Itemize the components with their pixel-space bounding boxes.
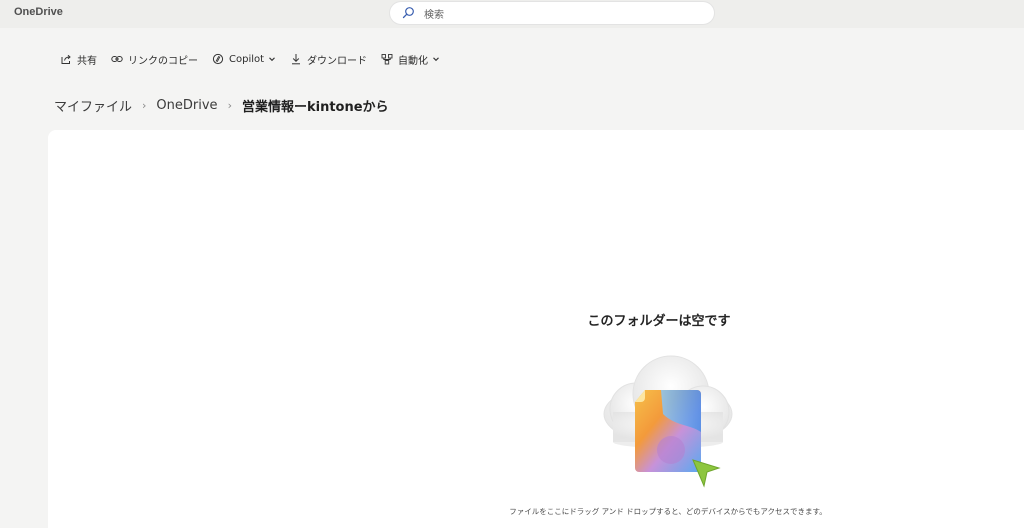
automate-label: 自動化 — [398, 55, 429, 67]
command-bar: 共有 リンクのコピー Copilot ダウンロード 自動化 — [60, 50, 454, 68]
top-bar: OneDrive 検索 — [0, 0, 1024, 28]
cursor-arrow-icon — [692, 459, 721, 488]
search-input[interactable]: 検索 — [424, 6, 444, 21]
download-label: ダウンロード — [307, 55, 368, 67]
share-button[interactable]: 共有 — [60, 52, 97, 67]
automate-icon — [381, 54, 393, 65]
share-icon — [61, 54, 71, 64]
breadcrumb-current-folder: 営業情報ーkintoneから — [241, 100, 389, 115]
copy-link-button[interactable]: リンクのコピー — [111, 52, 198, 67]
chevron-down-icon — [433, 57, 439, 62]
app-title[interactable]: OneDrive — [14, 6, 63, 18]
copilot-button[interactable]: Copilot — [212, 53, 276, 65]
breadcrumb-onedrive[interactable]: OneDrive — [156, 98, 217, 113]
empty-state-description: ファイルをここにドラッグ アンド ドロップすると、どのデバイスからでもアクセスで… — [509, 507, 827, 516]
copy-link-label: リンクのコピー — [128, 55, 198, 67]
share-label: 共有 — [77, 55, 97, 67]
copilot-label: Copilot — [229, 53, 265, 65]
breadcrumb: マイファイル › OneDrive › 営業情報ーkintoneから — [54, 96, 389, 115]
search-box[interactable]: 検索 — [390, 2, 714, 24]
search-icon — [402, 7, 414, 19]
breadcrumb-separator: › — [142, 99, 147, 112]
automate-button[interactable]: 自動化 — [381, 52, 440, 67]
cloud-file-illustration — [603, 355, 733, 488]
breadcrumb-separator: › — [227, 99, 232, 112]
copilot-icon — [212, 53, 224, 65]
breadcrumb-my-files[interactable]: マイファイル — [54, 96, 132, 115]
document-icon — [635, 390, 701, 472]
empty-state-title: このフォルダーは空です — [587, 314, 731, 329]
link-icon — [111, 56, 123, 62]
download-icon — [292, 54, 301, 65]
download-button[interactable]: ダウンロード — [290, 52, 367, 67]
file-list-panel: このフォルダーは空です ファイルをここにドラッグ アンド ドロップすると、どのデ… — [48, 130, 1024, 528]
chevron-down-icon — [269, 57, 275, 62]
